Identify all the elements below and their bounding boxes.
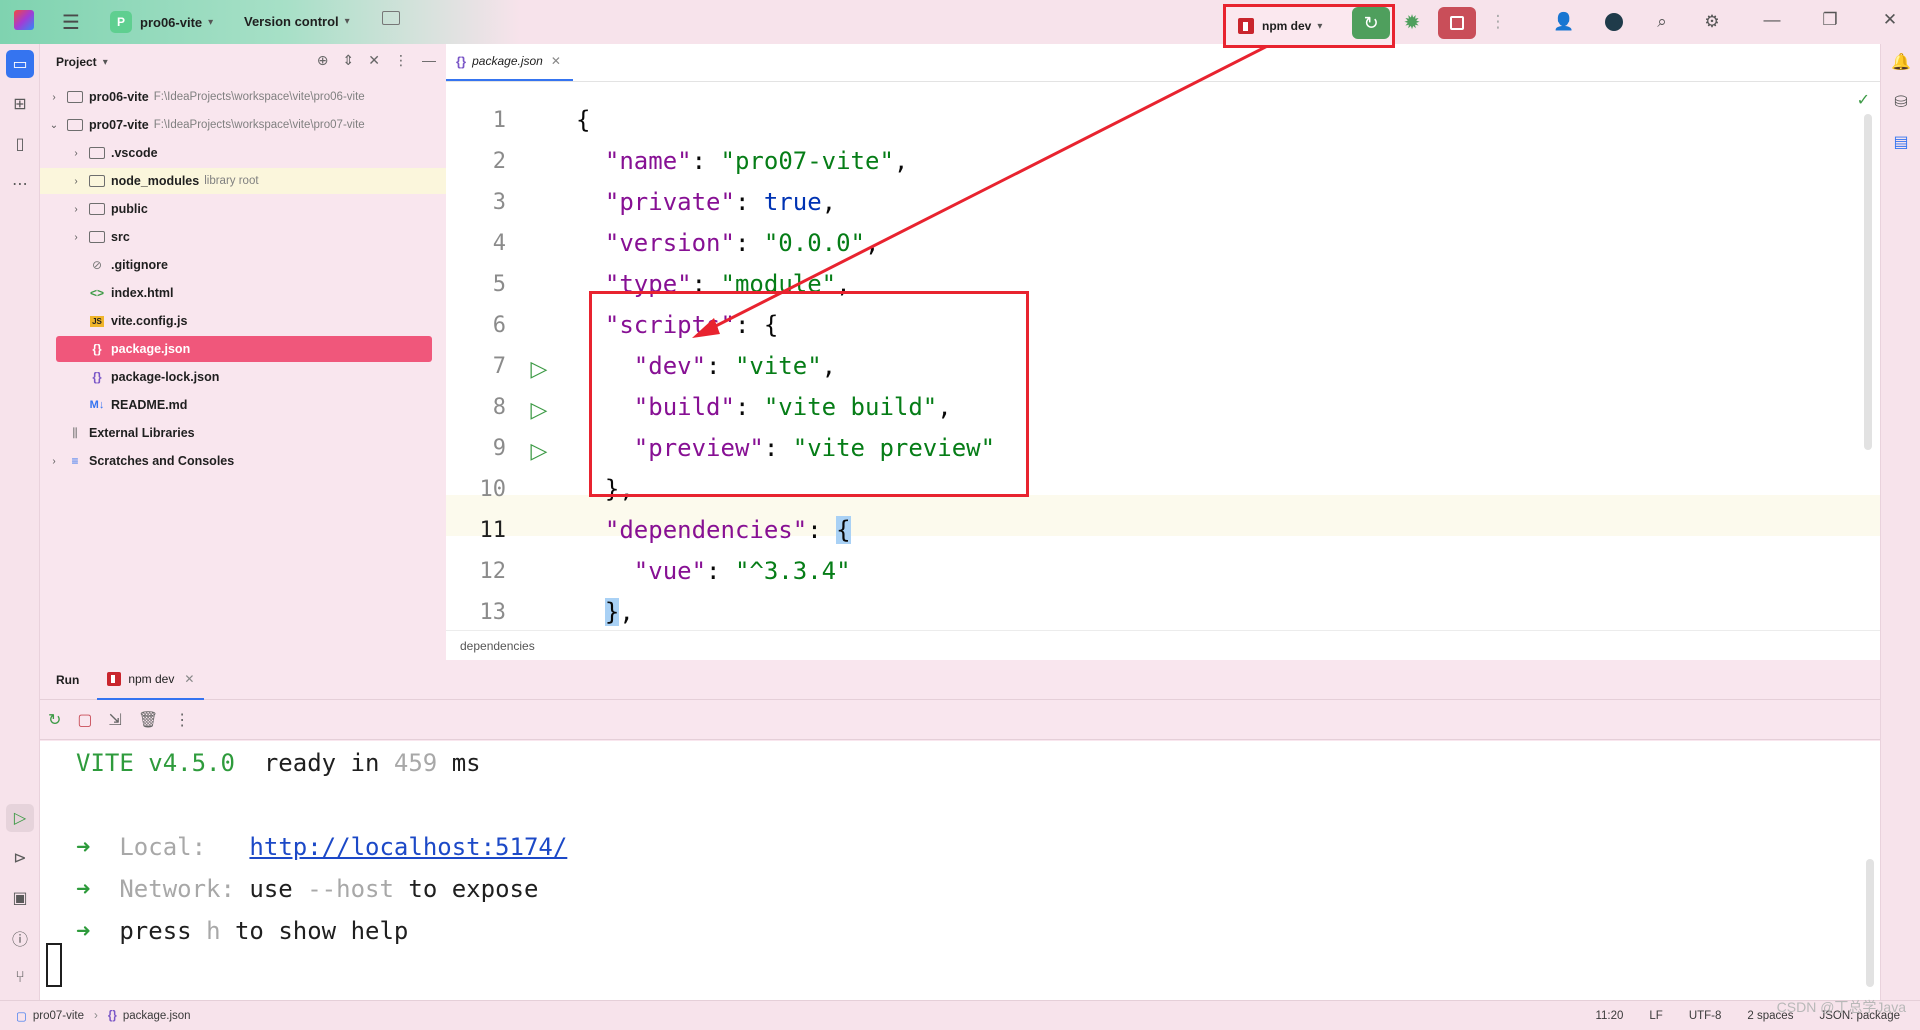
stop-icon[interactable]: ▢ bbox=[77, 710, 92, 730]
project-switcher[interactable]: P pro06-vite ▾ bbox=[110, 11, 213, 33]
watermark: CSDN @丁总学Java bbox=[1776, 999, 1906, 1015]
local-url-link[interactable]: http://localhost:5174/ bbox=[249, 833, 567, 861]
chevron-down-icon: ▾ bbox=[344, 16, 350, 27]
rerun-button[interactable]: ↻ bbox=[1352, 7, 1390, 39]
tab-npm-dev[interactable]: npm dev ✕ bbox=[97, 660, 205, 700]
document-icon[interactable]: ▤ bbox=[1887, 128, 1915, 156]
database-icon[interactable]: ⛁ bbox=[1887, 88, 1915, 116]
console-line-network: ➜ Network: use --host to expose bbox=[76, 875, 539, 903]
scroll-to-end-icon[interactable]: ⇲ bbox=[109, 710, 122, 730]
run-toolbar: ↻ ▢ ⇲ 🗑 ⋮ bbox=[40, 700, 1880, 740]
chevron-down-icon: ▾ bbox=[1317, 20, 1323, 32]
status-file[interactable]: package.json bbox=[123, 1010, 191, 1022]
main-menu-icon[interactable]: ☰ bbox=[62, 10, 80, 35]
status-project[interactable]: pro07-vite bbox=[33, 1010, 84, 1022]
right-tool-strip: 🔔 ⛁ ▤ bbox=[1880, 44, 1920, 1000]
module-icon: ▢ bbox=[16, 1010, 27, 1023]
version-control-label: Version control bbox=[244, 14, 339, 29]
run-panel-tabs: Run npm dev ✕ bbox=[40, 660, 1880, 700]
rerun-icon: ↻ bbox=[1363, 12, 1379, 33]
project-name: pro06-vite bbox=[140, 14, 203, 30]
tab-label: npm dev bbox=[128, 671, 175, 686]
cursor-position[interactable]: 11:20 bbox=[1595, 1010, 1623, 1022]
stop-button[interactable] bbox=[1438, 7, 1476, 39]
json-icon: {} bbox=[107, 1009, 117, 1022]
chevron-right-icon: › bbox=[94, 1009, 98, 1022]
run-panel: Run npm dev ✕ ↻ ▢ ⇲ 🗑 ⋮ VITE v4.5.0 read… bbox=[40, 660, 1880, 1000]
run-panel-title: Run bbox=[56, 672, 80, 687]
line-separator[interactable]: LF bbox=[1649, 1010, 1662, 1022]
close-icon[interactable]: ✕ bbox=[184, 672, 194, 686]
console-scrollbar[interactable] bbox=[1866, 859, 1874, 987]
version-control-menu[interactable]: Version control ▾ bbox=[244, 14, 350, 29]
file-encoding[interactable]: UTF-8 bbox=[1689, 1010, 1722, 1022]
console-output[interactable]: VITE v4.5.0 ready in 459 ms ➜ Local: htt… bbox=[40, 741, 1880, 1000]
project-badge: P bbox=[110, 11, 132, 33]
rerun-icon[interactable]: ↻ bbox=[48, 710, 61, 730]
run-config-label: npm dev bbox=[1262, 19, 1312, 33]
npm-icon bbox=[1238, 18, 1254, 34]
console-input-cursor[interactable] bbox=[46, 943, 62, 987]
console-line-local: ➜ Local: http://localhost:5174/ bbox=[76, 833, 568, 861]
status-bar: ▢ pro07-vite › {} package.json 11:20 LF … bbox=[0, 999, 1920, 1030]
console-line-ready: VITE v4.5.0 ready in 459 ms bbox=[76, 749, 481, 777]
notifications-icon[interactable]: 🔔 bbox=[1887, 48, 1915, 76]
stop-icon bbox=[1450, 16, 1464, 30]
folder-icon[interactable] bbox=[382, 11, 400, 25]
trash-icon[interactable]: 🗑 bbox=[138, 710, 158, 730]
chevron-down-icon: ▾ bbox=[208, 16, 214, 28]
app-logo-icon[interactable] bbox=[14, 10, 34, 30]
console-line-help: ➜ press h to show help bbox=[76, 917, 409, 945]
more-vertical-icon[interactable]: ⋮ bbox=[174, 710, 190, 730]
npm-icon bbox=[107, 671, 122, 686]
